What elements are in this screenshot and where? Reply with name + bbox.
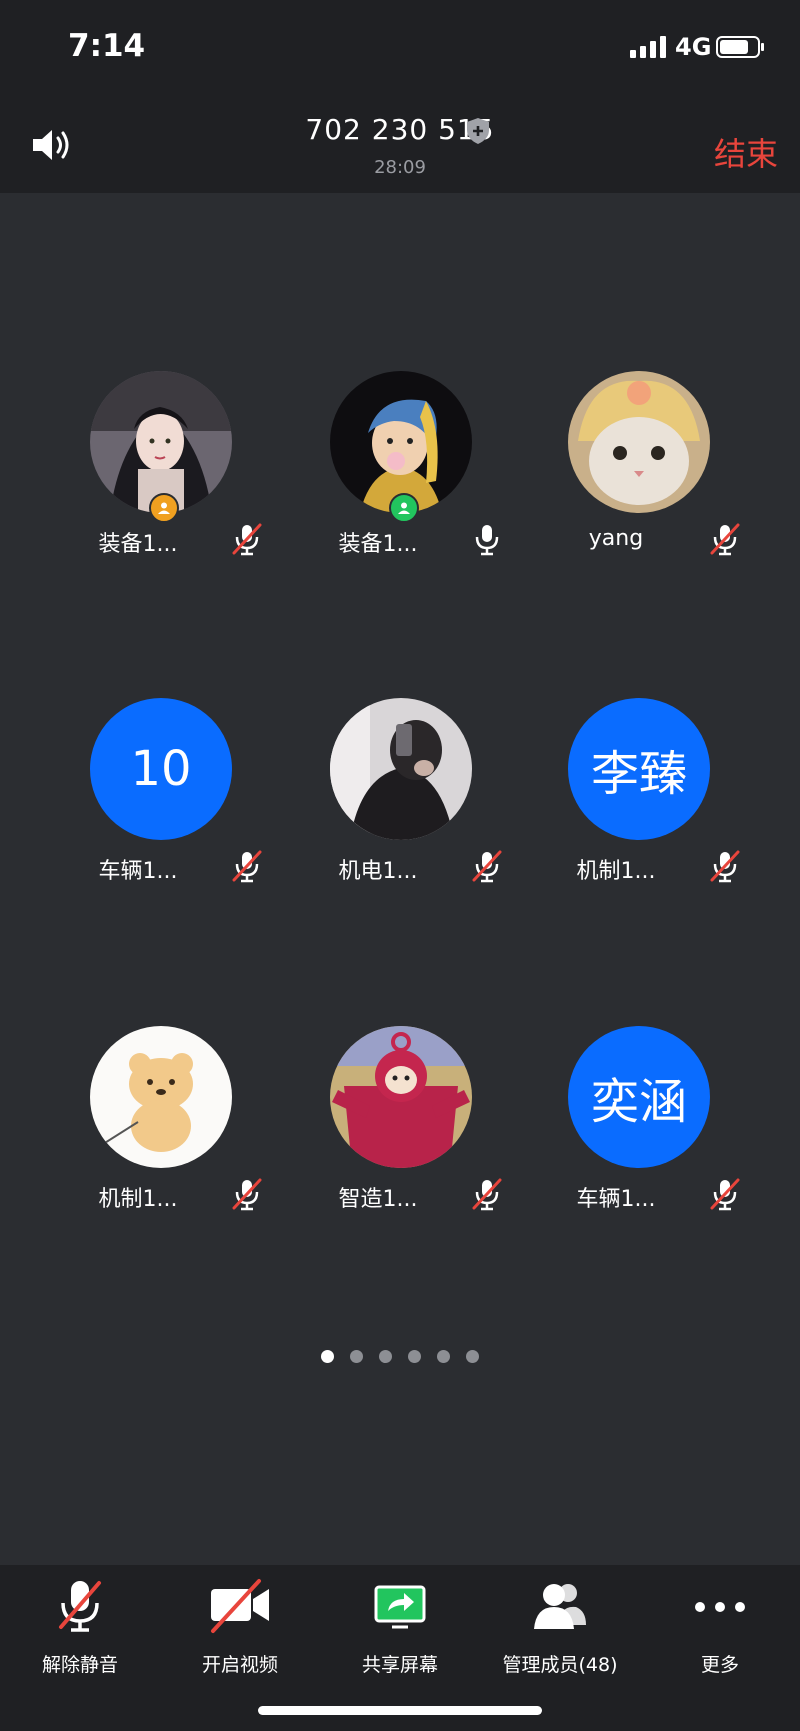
mic-muted-icon	[472, 850, 502, 883]
status-time: 7:14	[68, 28, 146, 64]
participant-avatar	[330, 698, 472, 840]
participant-tile[interactable]: 装备1...	[40, 371, 280, 571]
avatar-photo-girl	[90, 371, 232, 513]
participant-tile[interactable]: 机电1...	[280, 698, 520, 898]
home-indicator[interactable]	[258, 1706, 542, 1715]
participant-avatar	[90, 1026, 232, 1168]
participant-name: 机制1...	[98, 1187, 178, 1212]
participant-name: 机电1...	[338, 859, 418, 884]
avatar-photo-cat	[568, 371, 710, 513]
participant-name: yang	[588, 526, 644, 551]
mic-muted-icon	[710, 1178, 740, 1211]
person-icon	[398, 502, 410, 514]
avatar-photo-teletubby	[330, 1026, 472, 1168]
meeting-duration: 28:09	[374, 157, 426, 178]
participant-avatar-text: 李臻	[568, 698, 710, 840]
share-screen-label: 共享屏幕	[361, 1654, 438, 1676]
participant-avatar	[568, 371, 710, 513]
participant-tile[interactable]: 奕涵 车辆1...	[518, 1026, 758, 1226]
more-icon	[695, 1602, 745, 1612]
start-video-label: 开启视频	[201, 1654, 278, 1676]
manage-members-label: 管理成员(48)	[502, 1654, 618, 1676]
participant-avatar	[330, 1026, 472, 1168]
end-meeting-button[interactable]: 结束	[714, 129, 778, 175]
signal-icon	[630, 36, 666, 58]
host-badge	[149, 493, 179, 523]
participant-name: 车辆1...	[98, 859, 178, 884]
meeting-header: 702 230 515 28:09 结束	[0, 95, 800, 193]
mic-muted-icon	[232, 850, 262, 883]
mic-muted-icon	[472, 1178, 502, 1211]
page-dot[interactable]	[379, 1350, 392, 1363]
share-screen-icon	[374, 1585, 426, 1629]
participant-name: 装备1...	[338, 532, 418, 557]
avatar-photo-painting	[330, 371, 472, 513]
mic-muted-icon	[59, 1581, 101, 1632]
mic-muted-icon	[232, 523, 262, 556]
participant-tile[interactable]: 智造1...	[280, 1026, 520, 1226]
mic-muted-icon	[232, 1178, 262, 1211]
battery-icon	[716, 36, 764, 58]
page-dot[interactable]	[350, 1350, 363, 1363]
participant-tile[interactable]: 装备1...	[280, 371, 520, 571]
participant-name: 车辆1...	[576, 1187, 656, 1212]
unmute-button[interactable]: 解除静音	[0, 1565, 160, 1685]
cohost-badge	[389, 493, 419, 523]
participant-name: 智造1...	[338, 1187, 418, 1212]
page-dot[interactable]	[466, 1350, 479, 1363]
participant-avatar-text: 10	[90, 698, 232, 840]
unmute-label: 解除静音	[41, 1654, 118, 1676]
mic-muted-icon	[710, 850, 740, 883]
page-dot[interactable]	[408, 1350, 421, 1363]
participant-tile[interactable]: 机制1...	[40, 1026, 280, 1226]
participant-tile[interactable]: 李臻 机制1...	[518, 698, 758, 898]
page-dot-active[interactable]	[321, 1350, 334, 1363]
participant-avatar	[90, 371, 232, 513]
video-off-icon	[211, 1579, 269, 1633]
more-label: 更多	[700, 1654, 739, 1676]
network-type: 4G	[675, 33, 712, 61]
status-bar: 7:14 4G	[0, 0, 800, 95]
page-dot[interactable]	[437, 1350, 450, 1363]
page-indicator[interactable]	[0, 1348, 800, 1367]
shield-icon[interactable]	[466, 117, 490, 145]
share-screen-button[interactable]: 共享屏幕	[320, 1565, 480, 1685]
avatar-photo-mirror	[330, 698, 472, 840]
manage-members-button[interactable]: 管理成员(48)	[480, 1565, 640, 1685]
meeting-id[interactable]: 702 230 515	[0, 113, 800, 146]
participant-name: 装备1...	[98, 532, 178, 557]
participant-tile[interactable]: 10 车辆1...	[40, 698, 280, 898]
mic-on-icon	[475, 525, 499, 556]
participant-avatar-text: 奕涵	[568, 1026, 710, 1168]
members-icon	[534, 1584, 586, 1629]
mic-muted-icon	[710, 523, 740, 556]
start-video-button[interactable]: 开启视频	[160, 1565, 320, 1685]
person-icon	[158, 502, 170, 514]
participant-tile[interactable]: yang	[518, 371, 758, 571]
participant-name: 机制1...	[576, 859, 656, 884]
participant-avatar	[330, 371, 472, 513]
more-button[interactable]: 更多	[640, 1565, 800, 1685]
avatar-photo-bear	[90, 1026, 232, 1168]
